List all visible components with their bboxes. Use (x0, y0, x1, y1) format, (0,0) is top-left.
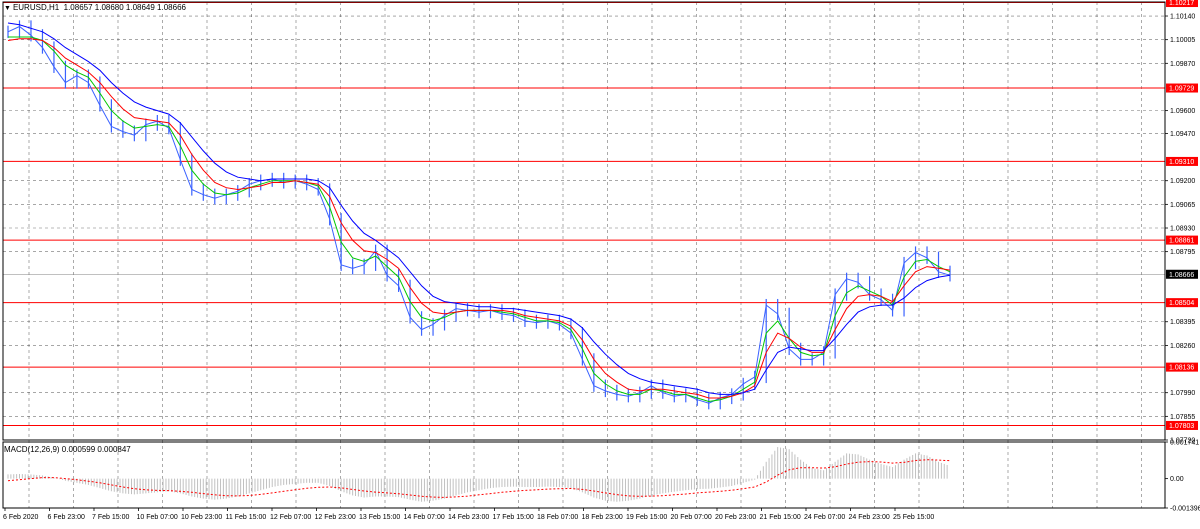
time-tick-label: 20 Feb 23:00 (715, 514, 756, 521)
level-label[interactable]: 1.09729 (1169, 86, 1194, 93)
price-tick-label: 1.07855 (1170, 414, 1195, 421)
level-label[interactable]: 1.07803 (1169, 423, 1194, 430)
price-tick-label: 1.10005 (1170, 37, 1195, 44)
time-tick-label: 17 Feb 15:00 (493, 514, 534, 521)
time-tick-label: 18 Feb 23:00 (582, 514, 623, 521)
price-tick-label: 1.08260 (1170, 343, 1195, 350)
level-label[interactable]: 1.09310 (1169, 159, 1194, 166)
price-tick-label: 1.09200 (1170, 178, 1195, 185)
level-label[interactable]: 1.08136 (1169, 365, 1194, 372)
time-tick-label: 7 Feb 15:00 (92, 514, 129, 521)
price-tick-label: 1.08395 (1170, 319, 1195, 326)
macd-title: MACD(12,26,9) 0.000599 0.000847 (4, 445, 131, 454)
time-tick-label: 11 Feb 15:00 (226, 514, 267, 521)
chart-background (0, 0, 1200, 524)
price-tick-label: 1.09470 (1170, 131, 1195, 138)
current-price-label: 1.08666 (1169, 272, 1194, 279)
macd-tick-label: 0.001741 (1170, 440, 1199, 447)
chart-window[interactable]: 1.10140 1.10005 1.09870 1.09600 1.09470 1.092… (0, 0, 1200, 524)
time-tick-label: 6 Feb 23:00 (48, 514, 85, 521)
price-tick-label: 1.09065 (1170, 202, 1195, 209)
symbol-label: EURUSD,H1 (12, 3, 60, 12)
price-tick-label: 1.09870 (1170, 61, 1195, 68)
time-tick-label: 14 Feb 07:00 (404, 514, 445, 521)
level-label[interactable]: 1.08504 (1169, 300, 1194, 307)
time-tick-label: 20 Feb 07:00 (671, 514, 712, 521)
macd-tick-label: 0.00 (1170, 476, 1184, 483)
level-label[interactable]: 1.10217 (1169, 0, 1194, 7)
time-tick-label: 25 Feb 15:00 (893, 514, 934, 521)
price-tick-label: 1.09600 (1170, 108, 1195, 115)
macd-tick-label: -0.001396 (1170, 506, 1200, 513)
time-tick-label: 12 Feb 23:00 (315, 514, 356, 521)
time-tick-label: 13 Feb 15:00 (359, 514, 400, 521)
time-tick-label: 21 Feb 15:00 (760, 514, 801, 521)
time-tick-label: 10 Feb 23:00 (181, 514, 222, 521)
price-tick-label: 1.07990 (1170, 390, 1195, 397)
chart-title: ▼ EURUSD,H1 1.08657 1.08680 1.08649 1.086… (4, 3, 189, 14)
time-tick-label: 24 Feb 07:00 (804, 514, 845, 521)
price-tick-label: 1.08930 (1170, 226, 1195, 233)
time-tick-label: 10 Feb 07:00 (137, 514, 178, 521)
time-tick-label: 6 Feb 2020 (3, 514, 39, 521)
chevron-down-icon[interactable]: ▼ (4, 5, 11, 12)
time-tick-label: 14 Feb 23:00 (448, 514, 489, 521)
time-tick-label: 24 Feb 23:00 (849, 514, 890, 521)
chart-canvas[interactable]: 1.10140 1.10005 1.09870 1.09600 1.09470 1.092… (0, 0, 1200, 524)
price-tick-label: 1.10140 (1170, 14, 1195, 21)
time-tick-label: 19 Feb 15:00 (626, 514, 667, 521)
level-label[interactable]: 1.08861 (1169, 238, 1194, 245)
time-tick-label: 12 Feb 07:00 (270, 514, 311, 521)
ohlc-readout: 1.08657 1.08680 1.08649 1.08666 (63, 3, 186, 12)
time-tick-label: 18 Feb 07:00 (537, 514, 578, 521)
price-tick-label: 1.08795 (1170, 249, 1195, 256)
